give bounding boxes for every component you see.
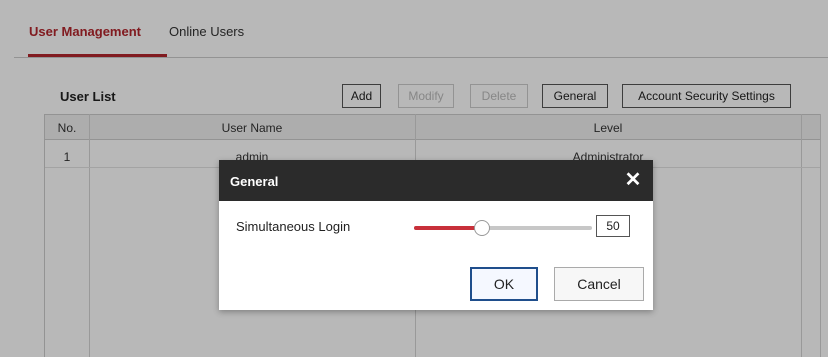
close-icon[interactable]: ✕: [623, 169, 643, 191]
simultaneous-login-slider[interactable]: [414, 218, 592, 238]
dialog-header: General ✕: [219, 160, 653, 201]
slider-thumb[interactable]: [474, 220, 490, 236]
dialog-title: General: [230, 174, 279, 189]
simultaneous-login-label: Simultaneous Login: [236, 219, 351, 234]
slider-fill: [414, 226, 482, 230]
simultaneous-login-input[interactable]: 50: [596, 215, 630, 237]
cancel-button[interactable]: Cancel: [554, 267, 644, 301]
general-dialog: General ✕ Simultaneous Login 50 OK Cance…: [219, 160, 653, 310]
ok-button[interactable]: OK: [470, 267, 538, 301]
